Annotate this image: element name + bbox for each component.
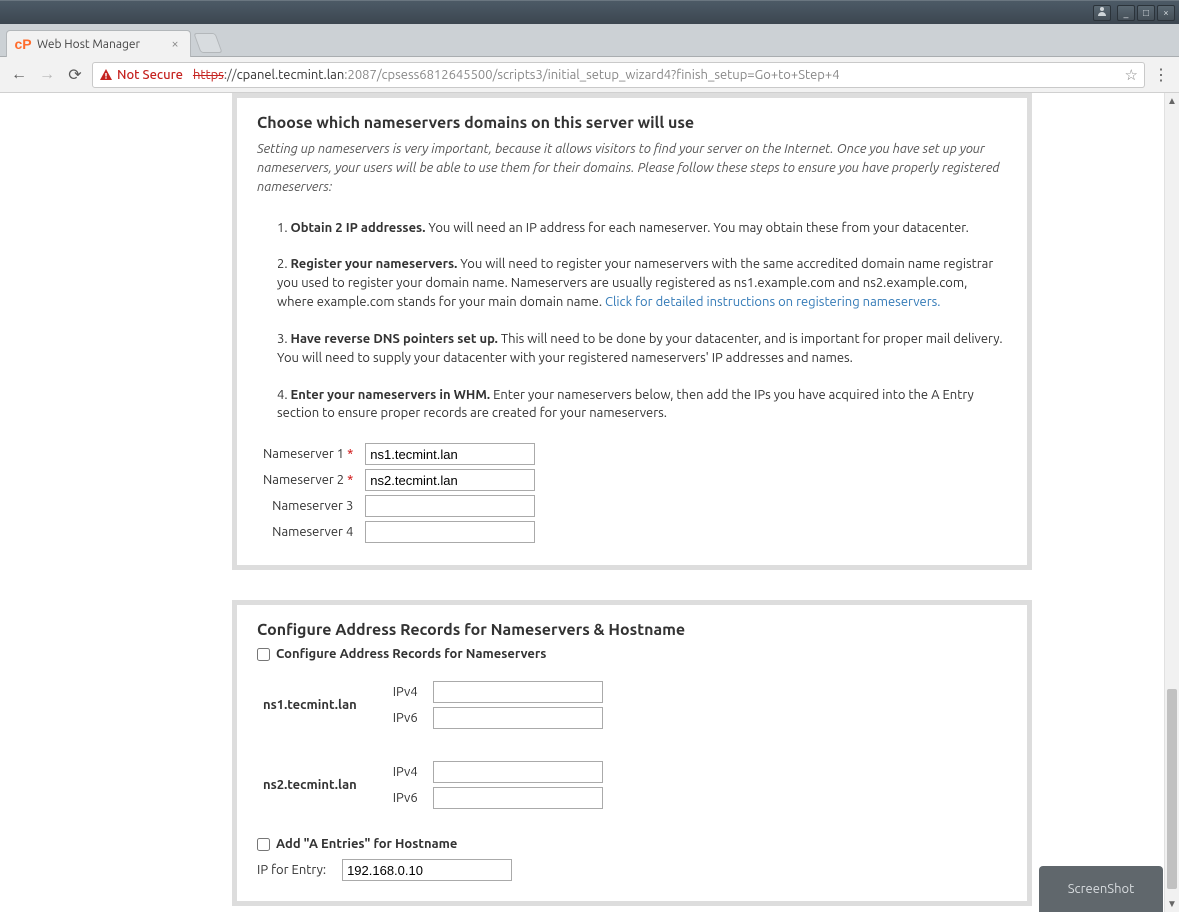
ns1-label: Nameserver 1 <box>263 447 344 461</box>
nameservers-heading: Choose which nameservers domains on this… <box>257 114 1007 132</box>
vertical-scrollbar[interactable]: ▲ ▼ <box>1164 93 1179 912</box>
nameserver-4-input[interactable] <box>365 521 535 543</box>
nameservers-intro: Setting up nameservers is very important… <box>257 140 1007 197</box>
not-secure-label: Not Secure <box>117 68 183 82</box>
address-records-table: ns1.tecmint.lan IPv4 IPv6 ns2.tecmint.la… <box>257 679 609 811</box>
nameserver-1-input[interactable] <box>365 443 535 465</box>
browser-tab-title: Web Host Manager <box>37 38 168 51</box>
ip-for-entry-input[interactable] <box>342 859 512 881</box>
step-3: 3. Have reverse DNS pointers set up. Thi… <box>277 330 1007 368</box>
scroll-thumb[interactable] <box>1167 689 1177 889</box>
scroll-down-button[interactable]: ▼ <box>1165 896 1179 912</box>
ns4-label: Nameserver 4 <box>272 525 353 539</box>
ar-ns1-ipv6-input[interactable] <box>433 707 603 729</box>
configure-ar-checkbox-row[interactable]: Configure Address Records for Nameserver… <box>257 647 1007 661</box>
browser-tabstrip: cP Web Host Manager × <box>0 24 1179 57</box>
nav-reload-button[interactable]: ⟳ <box>64 64 86 86</box>
nameservers-panel: Choose which nameservers domains on this… <box>232 93 1032 570</box>
bookmark-star-icon[interactable]: ☆ <box>1125 66 1138 84</box>
tab-close-icon[interactable]: × <box>168 37 182 51</box>
user-icon[interactable] <box>1093 5 1111 21</box>
page-viewport: Choose which nameservers domains on this… <box>0 93 1179 912</box>
address-records-heading: Configure Address Records for Nameserver… <box>257 621 1007 639</box>
ar-ns2-ipv4-label: IPv4 <box>387 759 427 785</box>
add-a-entries-checkbox-row[interactable]: Add "A Entries" for Hostname <box>257 837 1007 851</box>
ar-ns1-ipv4-input[interactable] <box>433 681 603 703</box>
step-2: 2. Register your nameservers. You will n… <box>277 255 1007 312</box>
add-a-entries-checkbox[interactable] <box>257 838 270 851</box>
ip-for-entry-row: IP for Entry: <box>257 859 1007 881</box>
step-4: 4. Enter your nameservers in WHM. Enter … <box>277 386 1007 424</box>
new-tab-button[interactable] <box>193 33 222 53</box>
address-records-panel: Configure Address Records for Nameserver… <box>232 600 1032 906</box>
security-warning-icon: Not Secure <box>99 68 183 82</box>
nameservers-steps: 1. Obtain 2 IP addresses. You will need … <box>257 219 1007 424</box>
step-1: 1. Obtain 2 IP addresses. You will need … <box>277 219 1007 238</box>
browser-menu-button[interactable]: ⋮ <box>1151 65 1171 84</box>
ar-ns2-name: ns2.tecmint.lan <box>257 759 387 811</box>
url-scheme: https <box>193 68 224 82</box>
register-instructions-link[interactable]: Click for detailed instructions on regis… <box>605 295 940 309</box>
nameserver-inputs-table: Nameserver 1 * Nameserver 2 * Nameserver… <box>257 441 541 545</box>
url-path: :2087/cpsess6812645500/scripts3/initial_… <box>344 68 839 82</box>
window-titlebar: _ □ × <box>0 0 1179 24</box>
url-host: cpanel.tecmint.lan <box>237 68 345 82</box>
nav-forward-button[interactable]: → <box>36 64 58 86</box>
window-minimize-button[interactable]: _ <box>1117 5 1135 21</box>
ar-ns2-ipv4-input[interactable] <box>433 761 603 783</box>
ar-ns2-ipv6-input[interactable] <box>433 787 603 809</box>
ns2-label: Nameserver 2 <box>263 473 344 487</box>
ar-ns1-ipv4-label: IPv4 <box>387 679 427 705</box>
cpanel-favicon: cP <box>15 36 31 52</box>
window-maximize-button[interactable]: □ <box>1137 5 1155 21</box>
ns3-label: Nameserver 3 <box>272 499 353 513</box>
window-close-button[interactable]: × <box>1157 5 1175 21</box>
ar-ns1-ipv6-label: IPv6 <box>387 705 427 731</box>
screenshot-overlay[interactable]: ScreenShot <box>1039 866 1163 912</box>
ar-ns1-name: ns1.tecmint.lan <box>257 679 387 731</box>
ip-for-entry-label: IP for Entry: <box>257 863 326 877</box>
browser-tab-active[interactable]: cP Web Host Manager × <box>6 30 191 57</box>
browser-toolbar: ← → ⟳ Not Secure https://cpanel.tecmint.… <box>0 57 1179 93</box>
ar-ns2-ipv6-label: IPv6 <box>387 785 427 811</box>
url-bar[interactable]: Not Secure https://cpanel.tecmint.lan:20… <box>92 62 1145 88</box>
nameserver-2-input[interactable] <box>365 469 535 491</box>
configure-ar-checkbox[interactable] <box>257 648 270 661</box>
scroll-up-button[interactable]: ▲ <box>1165 93 1179 109</box>
nav-back-button[interactable]: ← <box>8 64 30 86</box>
nameserver-3-input[interactable] <box>365 495 535 517</box>
